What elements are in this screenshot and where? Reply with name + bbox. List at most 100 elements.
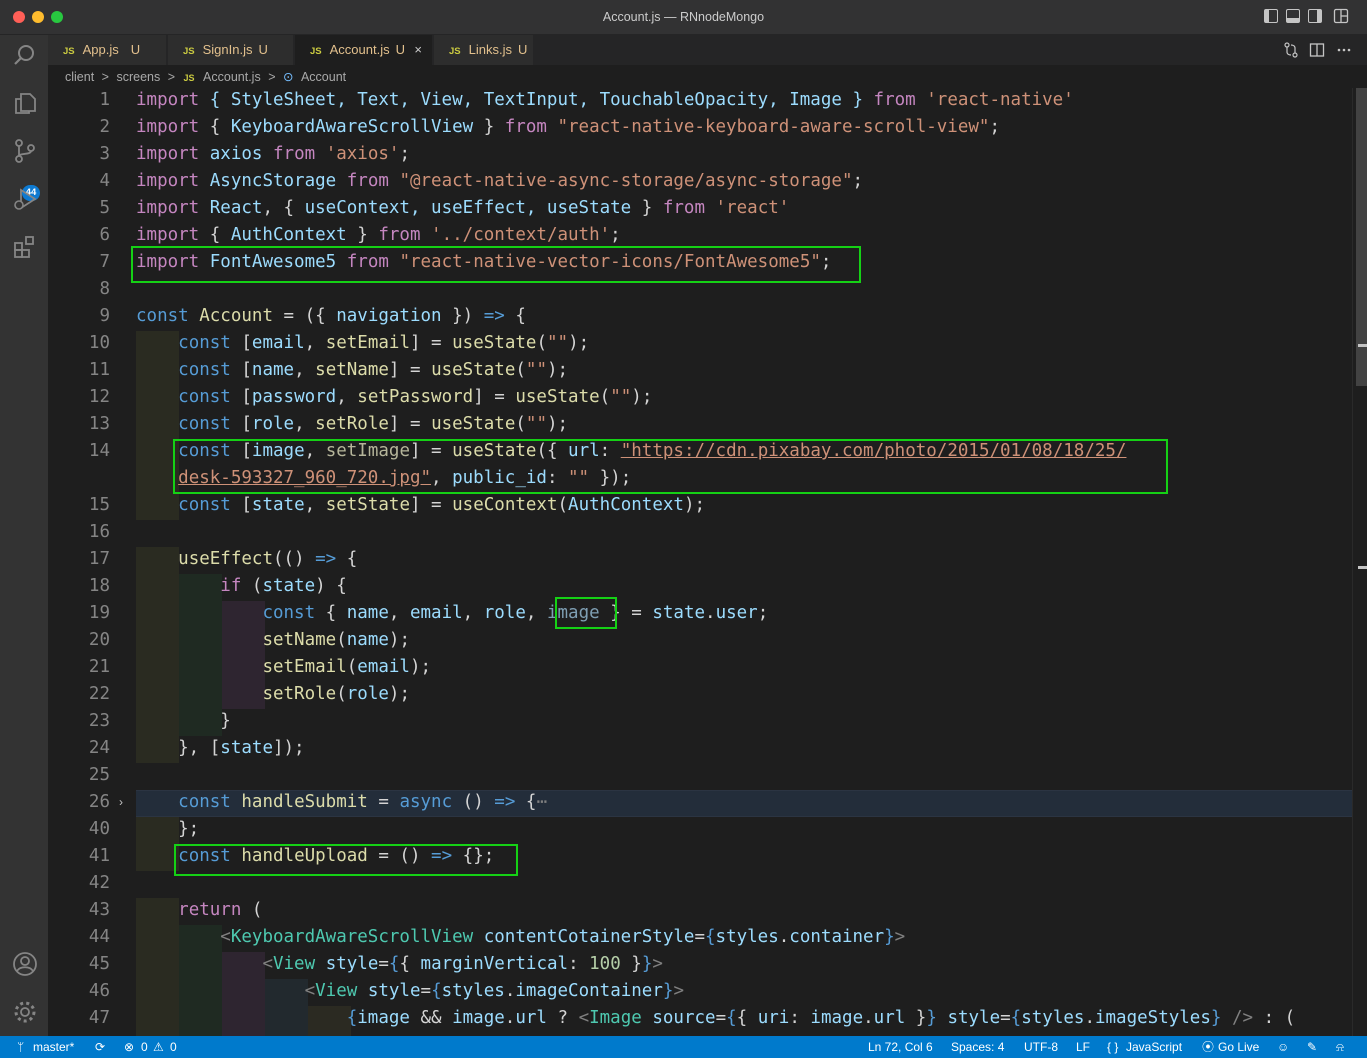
tab-label: App.js xyxy=(82,42,119,57)
line-number: 20 xyxy=(88,630,110,650)
sync-icon[interactable]: ⟳ xyxy=(95,1036,105,1058)
tab-app-js[interactable]: JS App.js U xyxy=(48,35,167,65)
code-line: const [image, setImage] = useState({ url… xyxy=(178,441,1127,461)
scrollbar-thumb[interactable] xyxy=(1356,88,1367,386)
explorer-icon[interactable] xyxy=(12,90,38,116)
breadcrumb-item-symbol[interactable]: Account xyxy=(301,70,346,84)
code-line: {image && image.url ? <Image source={{ u… xyxy=(346,1008,1296,1028)
symbol-icon: ⊙ xyxy=(282,70,294,84)
breadcrumb-item-client[interactable]: client xyxy=(65,70,94,84)
manage-gear-icon[interactable] xyxy=(12,999,38,1025)
tab-links-js[interactable]: JS Links.js U xyxy=(434,35,534,65)
line-number: 10 xyxy=(88,333,110,353)
code-line: setName(name); xyxy=(262,630,410,650)
braces-icon: { } xyxy=(1107,1040,1119,1054)
run-debug-icon[interactable] xyxy=(12,186,38,212)
untracked-badge: U xyxy=(130,42,141,57)
line-ending[interactable]: LF xyxy=(1076,1036,1090,1058)
code-line: import FontAwesome5 from "react-native-v… xyxy=(136,252,832,272)
source-control-icon[interactable] xyxy=(12,138,38,164)
search-icon[interactable] xyxy=(12,42,38,68)
code-line: import React, { useContext, useEffect, u… xyxy=(136,198,790,218)
open-changes-icon[interactable] xyxy=(1283,42,1299,58)
broadcast-icon: ⦿ xyxy=(1202,1040,1215,1054)
toggle-panel-icon[interactable] xyxy=(1286,9,1300,23)
tab-account-js[interactable]: JS Account.js U × xyxy=(295,35,433,65)
scrollbar-marker xyxy=(1358,566,1367,569)
warning-icon: ⚠ xyxy=(153,1040,164,1054)
line-number: 4 xyxy=(99,171,110,191)
cursor-position[interactable]: Ln 72, Col 6 xyxy=(868,1036,933,1058)
untracked-badge: U xyxy=(395,42,405,57)
close-tab-icon[interactable]: × xyxy=(414,35,422,65)
line-number: 14 xyxy=(88,441,110,461)
line-number: 12 xyxy=(88,387,110,407)
error-count[interactable]: 0 xyxy=(141,1036,148,1058)
code-line: const handleUpload = () => {}; xyxy=(178,846,495,866)
breadcrumb-item-screens[interactable]: screens xyxy=(116,70,160,84)
code-line: desk-593327_960_720.jpg", public_id: "" … xyxy=(178,468,632,488)
line-number: 11 xyxy=(88,360,110,380)
javascript-file-icon: JS xyxy=(310,46,322,57)
toggle-sidebar-icon[interactable] xyxy=(1264,9,1278,23)
tab-label: Links.js xyxy=(468,42,512,57)
code-line: }; xyxy=(136,819,200,839)
code-line: if (state) { xyxy=(220,576,347,596)
line-number: 7 xyxy=(99,252,110,272)
encoding[interactable]: UTF-8 xyxy=(1024,1036,1058,1058)
code-line: <View style={styles.imageContainer}> xyxy=(304,981,684,1001)
line-number-gutter: 1 2 3 4 5 6 7 8 9 10 11 12 13 14 15 16 17 18 19 20 21 22 23 24 2… xyxy=(48,88,118,1036)
code-line: const handleSubmit = async () => {⋯ xyxy=(178,792,547,812)
line-number: 43 xyxy=(88,900,110,920)
extensions-icon[interactable] xyxy=(12,234,38,260)
fold-chevron-icon[interactable]: › xyxy=(119,795,123,809)
line-number: 40 xyxy=(88,819,110,839)
editor-scrollbar[interactable] xyxy=(1352,88,1367,1036)
line-number: 41 xyxy=(88,846,110,866)
line-number: 1 xyxy=(99,90,110,110)
editor-tab-bar: JS App.js U JS SignIn.js U JS Account.js U × J… xyxy=(48,35,1367,65)
folded-code-marker: ⋯ xyxy=(536,792,547,812)
line-number: 26 xyxy=(88,792,110,812)
line-number: 23 xyxy=(88,711,110,731)
indentation[interactable]: Spaces: 4 xyxy=(951,1036,1004,1058)
line-number: 5 xyxy=(99,198,110,218)
line-number: 17 xyxy=(88,549,110,569)
javascript-file-icon: JS xyxy=(63,46,75,57)
copilot-icon[interactable]: ☺ xyxy=(1277,1036,1289,1058)
line-number: 16 xyxy=(88,522,110,542)
chevron-right-icon: > xyxy=(101,70,109,84)
customize-layout-icon[interactable] xyxy=(1333,8,1349,24)
accounts-icon[interactable] xyxy=(12,951,38,977)
notifications-bell-icon[interactable]: ⍾ xyxy=(1336,1036,1344,1058)
code-line: return ( xyxy=(178,900,263,920)
go-live-button[interactable]: Go Live xyxy=(1218,1036,1259,1058)
more-actions-icon[interactable] xyxy=(1336,42,1352,58)
code-line: <KeyboardAwareScrollView contentCotainer… xyxy=(220,927,906,947)
warning-count[interactable]: 0 xyxy=(170,1036,177,1058)
javascript-file-icon: JS xyxy=(183,46,195,57)
line-number: 13 xyxy=(88,414,110,434)
chevron-right-icon: > xyxy=(167,70,176,84)
code-editor[interactable]: 1 2 3 4 5 6 7 8 9 10 11 12 13 14 15 16 17 18 19 20 21 22 23 24 2… xyxy=(48,88,1352,1036)
code-line: import AsyncStorage from "@react-native-… xyxy=(136,171,864,191)
line-number: 24 xyxy=(88,738,110,758)
activity-bar: 44 xyxy=(0,35,48,1036)
breadcrumb: client > screens > JS Account.js > ⊙ Acc… xyxy=(48,66,1367,88)
split-editor-icon[interactable] xyxy=(1309,42,1325,58)
code-line: useEffect(() => { xyxy=(178,549,358,569)
feedback-icon[interactable]: ✎ xyxy=(1307,1036,1317,1058)
toggle-secondary-sidebar-icon[interactable] xyxy=(1308,9,1322,23)
code-line: setEmail(email); xyxy=(262,657,432,677)
line-number: 47 xyxy=(88,1008,110,1028)
title-bar: Account.js — RNnodeMongo xyxy=(0,0,1367,35)
tab-signin-js[interactable]: JS SignIn.js U xyxy=(168,35,294,65)
error-icon: ⊗ xyxy=(124,1040,135,1054)
branch-indicator[interactable]: master* xyxy=(33,1036,74,1058)
line-number: 22 xyxy=(88,684,110,704)
language-mode[interactable]: JavaScript xyxy=(1126,1036,1182,1058)
code-line: }, [state]); xyxy=(136,738,305,758)
line-number: 19 xyxy=(88,603,110,623)
status-bar: ᛘ master* ⟳ ⊗ 0 ⚠ 0 Ln 72, Col 6 Spaces:… xyxy=(0,1036,1367,1058)
breadcrumb-item-file[interactable]: Account.js xyxy=(203,70,261,84)
